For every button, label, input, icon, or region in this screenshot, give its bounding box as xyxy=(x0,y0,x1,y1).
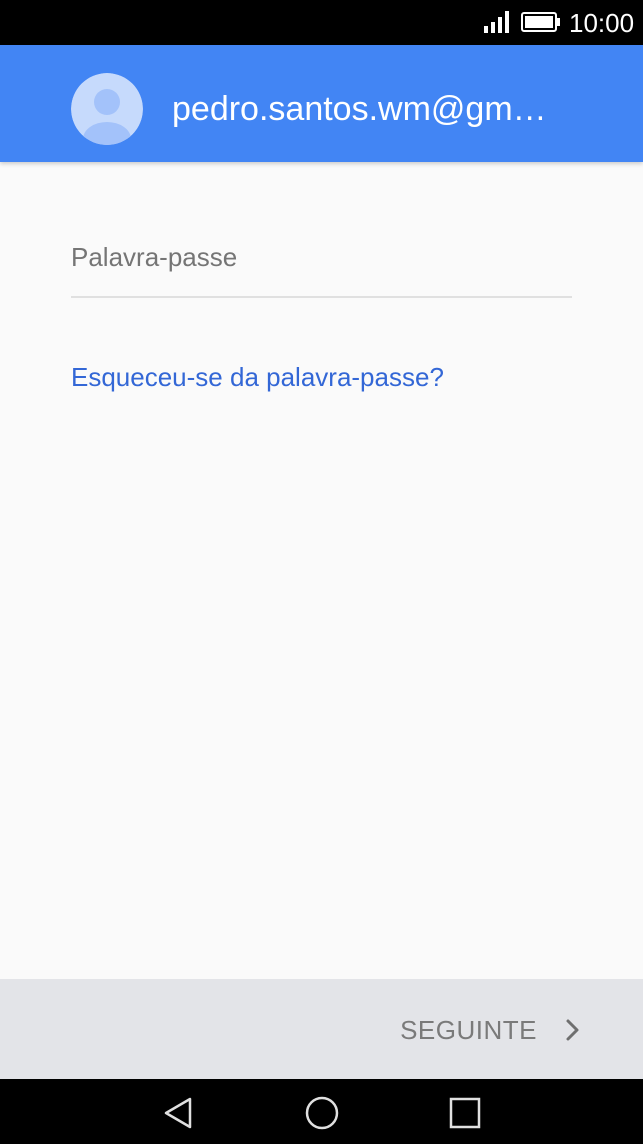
forgot-password-link[interactable]: Esqueceu-se da palavra-passe? xyxy=(71,360,444,394)
recents-square-icon[interactable] xyxy=(447,1095,483,1131)
password-input-placeholder[interactable]: Palavra-passe xyxy=(71,240,237,274)
next-button-label: SEGUINTE xyxy=(400,1015,537,1045)
home-circle-icon[interactable] xyxy=(304,1095,340,1131)
password-screen: 10:00 pedro.santos.wm@gm… Palavra-passe … xyxy=(0,0,643,1144)
back-triangle-icon[interactable] xyxy=(160,1095,196,1131)
avatar xyxy=(71,73,143,145)
status-time: 10:00 xyxy=(569,8,635,38)
battery-full-icon xyxy=(521,12,560,32)
account-header: pedro.santos.wm@gm… xyxy=(0,45,643,162)
person-avatar-icon xyxy=(71,73,143,145)
chevron-right-icon xyxy=(566,1019,579,1041)
password-input-underline xyxy=(71,296,572,298)
next-button[interactable]: SEGUINTE xyxy=(400,1011,583,1049)
signal-bars-icon xyxy=(484,11,509,33)
footer-bar: SEGUINTE xyxy=(0,979,643,1079)
account-email[interactable]: pedro.santos.wm@gm… xyxy=(172,89,572,129)
navigation-bar xyxy=(0,1079,643,1144)
status-bar: 10:00 xyxy=(0,0,643,45)
